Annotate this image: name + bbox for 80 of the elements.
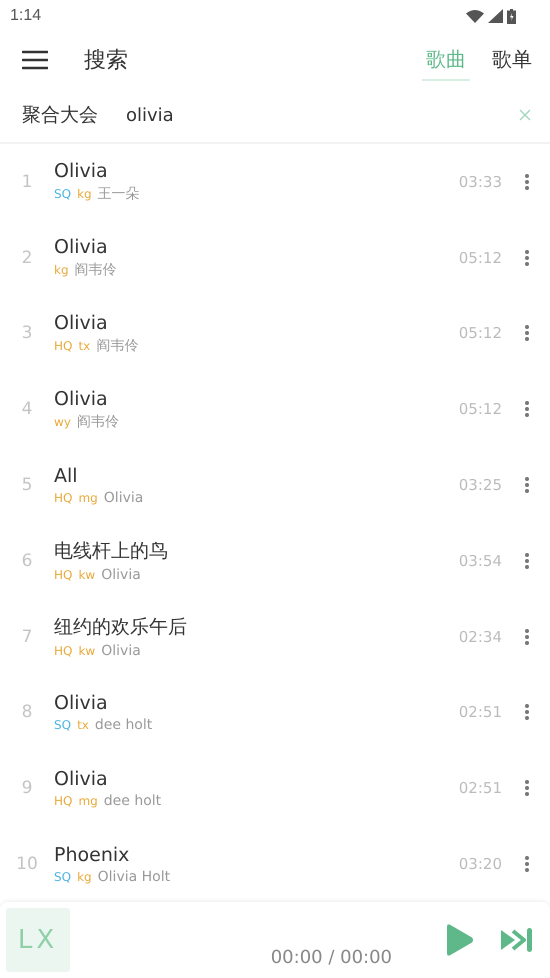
song-title[interactable]: Olivia xyxy=(54,312,108,334)
tab[interactable]: 歌单 xyxy=(488,40,536,80)
song-duration: 05:12 xyxy=(458,324,502,342)
song-title[interactable]: Olivia xyxy=(54,692,108,714)
more-icon[interactable] xyxy=(522,552,532,570)
song-title[interactable]: Olivia xyxy=(54,768,108,790)
song-duration: 03:20 xyxy=(458,855,502,874)
quality-tag: wy xyxy=(54,414,71,429)
song-duration: 03:25 xyxy=(458,476,502,494)
artist-name: Olivia xyxy=(101,643,141,660)
more-icon[interactable] xyxy=(522,703,532,722)
track-number: 7 xyxy=(20,626,34,647)
song-title[interactable]: 纽约的欢乐午后 xyxy=(54,614,187,640)
signal-icon xyxy=(488,9,503,23)
track-number: 10 xyxy=(15,854,39,874)
song-duration: 05:12 xyxy=(458,248,502,267)
menu-icon[interactable] xyxy=(22,50,48,70)
more-icon[interactable] xyxy=(522,476,532,494)
status-time: 1:14 xyxy=(10,7,42,25)
song-duration: 03:33 xyxy=(458,172,502,191)
track-number: 6 xyxy=(20,550,34,571)
song-duration: 05:12 xyxy=(458,400,502,418)
more-icon[interactable] xyxy=(522,779,532,798)
song-title[interactable]: Phoenix xyxy=(54,844,130,866)
next-icon[interactable] xyxy=(500,928,534,952)
quality-tag: kg xyxy=(77,187,92,202)
quality-tag: mg xyxy=(78,794,98,808)
source-selector[interactable]: 聚合大会 xyxy=(22,102,98,128)
song-duration: 02:51 xyxy=(458,779,502,798)
quality-tag: SQ xyxy=(54,718,72,732)
page-title: 搜索 xyxy=(84,47,129,75)
quality-tag: mg xyxy=(78,490,98,505)
more-icon[interactable] xyxy=(522,400,532,418)
song-duration: 03:54 xyxy=(458,552,502,570)
artist-name: 阎韦伶 xyxy=(96,336,138,355)
track-number: 2 xyxy=(20,248,34,268)
playback-time: 00:00 / 00:00 xyxy=(270,946,392,968)
artist-name: 阎韦伶 xyxy=(76,412,119,431)
more-icon[interactable] xyxy=(522,248,532,267)
track-number: 9 xyxy=(20,778,34,798)
track-number: 8 xyxy=(20,702,34,722)
song-title[interactable]: Olivia xyxy=(54,160,108,182)
artist-name: 阎韦伶 xyxy=(74,261,117,280)
track-number: 1 xyxy=(20,172,34,192)
quality-tag: HQ xyxy=(54,794,72,808)
more-icon[interactable] xyxy=(522,855,532,874)
track-number: 5 xyxy=(20,475,34,496)
quality-tag: SQ xyxy=(54,870,72,884)
quality-tag: HQ xyxy=(54,338,72,353)
search-field[interactable]: olivia xyxy=(126,104,518,126)
more-icon[interactable] xyxy=(522,172,532,191)
quality-tag: HQ xyxy=(54,568,72,582)
song-duration: 02:51 xyxy=(458,703,502,722)
more-icon[interactable] xyxy=(522,324,532,342)
artist-name: dee holt xyxy=(104,792,162,809)
quality-tag: SQ xyxy=(54,187,72,202)
artist-name: Olivia Holt xyxy=(98,868,170,885)
artist-name: Olivia xyxy=(101,567,141,584)
artist-name: Olivia xyxy=(104,490,144,506)
song-title[interactable]: Olivia xyxy=(54,388,108,410)
quality-tag: HQ xyxy=(54,644,72,658)
song-title[interactable]: All xyxy=(54,464,78,487)
wifi-icon xyxy=(466,10,484,22)
artist-name: 王一朵 xyxy=(98,185,140,204)
battery-icon xyxy=(507,8,516,24)
track-number: 4 xyxy=(20,399,34,420)
quality-tag: kg xyxy=(77,870,92,884)
artist-name: dee holt xyxy=(94,716,152,733)
song-title[interactable]: Olivia xyxy=(54,236,108,258)
song-duration: 02:34 xyxy=(458,628,502,646)
quality-tag: tx xyxy=(77,718,89,732)
track-number: 3 xyxy=(20,323,34,344)
quality-tag: kw xyxy=(78,644,96,658)
quality-tag: kg xyxy=(54,263,69,278)
quality-tag: kw xyxy=(78,568,96,582)
quality-tag: HQ xyxy=(54,490,72,505)
song-title[interactable]: 电线杆上的鸟 xyxy=(54,538,168,564)
play-icon[interactable] xyxy=(444,922,474,957)
more-icon[interactable] xyxy=(522,628,532,646)
quality-tag: tx xyxy=(78,338,90,353)
